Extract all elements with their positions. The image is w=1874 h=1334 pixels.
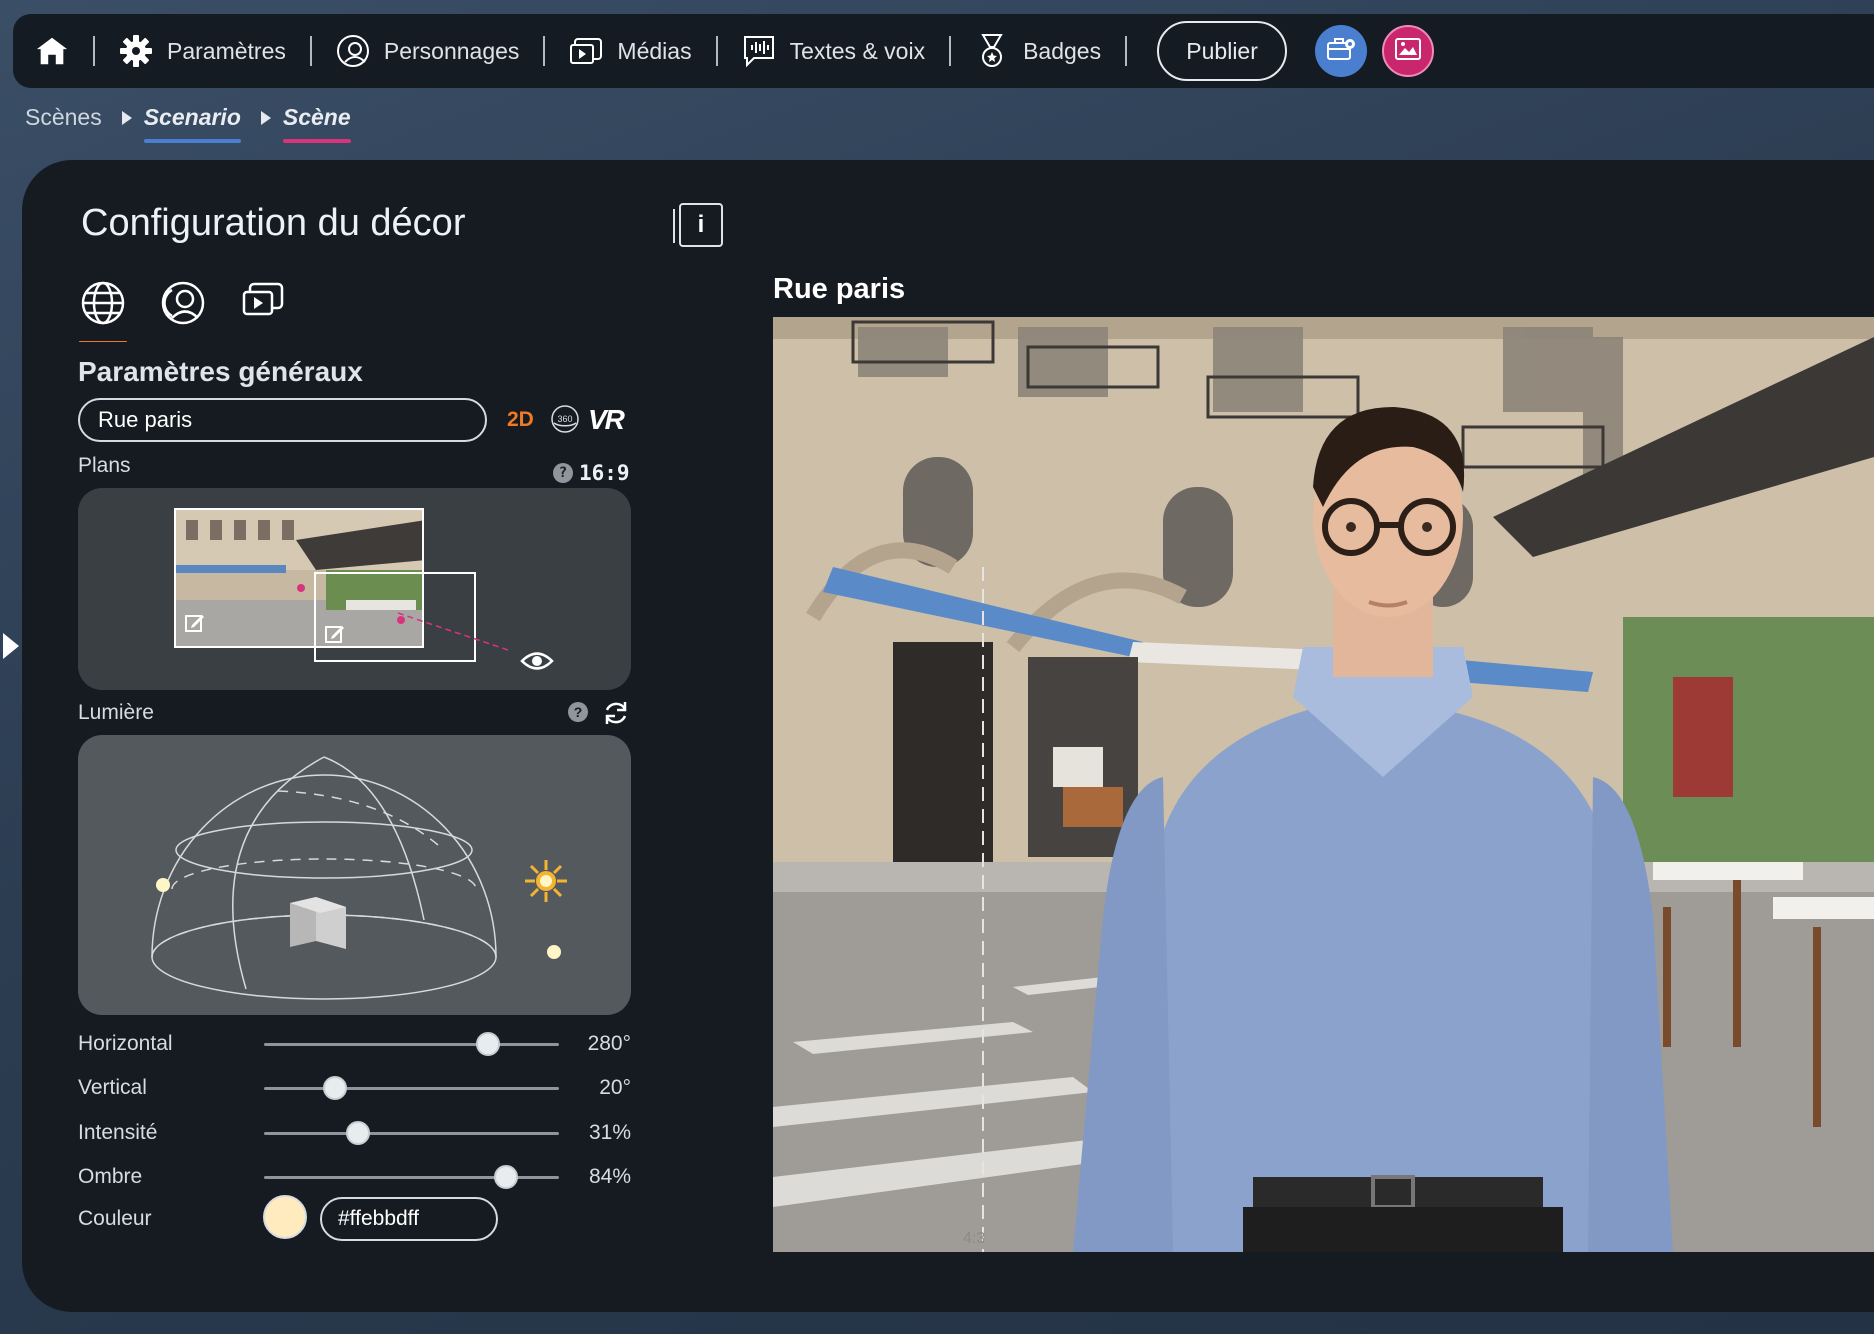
tab-decor[interactable] bbox=[78, 280, 128, 342]
breadcrumb-scene[interactable]: Scène bbox=[282, 104, 351, 143]
decor-name-input[interactable] bbox=[78, 398, 487, 442]
mode-2d-button[interactable]: 2D bbox=[507, 408, 534, 432]
slider-label: Vertical bbox=[78, 1076, 147, 1099]
scene-preview[interactable]: 4:3 bbox=[773, 317, 1874, 1252]
reset-icon[interactable] bbox=[602, 699, 630, 732]
preview-title: Rue paris bbox=[773, 273, 906, 305]
slider-track[interactable] bbox=[264, 1120, 559, 1145]
image-icon bbox=[1394, 37, 1422, 66]
breadcrumb-scenario[interactable]: Scenario bbox=[143, 104, 241, 143]
tab-characters[interactable] bbox=[158, 280, 208, 342]
color-hex-input[interactable] bbox=[320, 1197, 498, 1241]
info-button[interactable]: i bbox=[673, 203, 723, 247]
slider-track[interactable] bbox=[264, 1164, 559, 1189]
nav-item-medias[interactable]: Médias bbox=[569, 34, 692, 68]
tab-media[interactable] bbox=[238, 280, 288, 342]
mode-vr-button[interactable]: VR bbox=[588, 404, 625, 436]
config-tabs bbox=[78, 280, 288, 342]
mode-360-label: 360 bbox=[557, 414, 572, 424]
nav-item-parametres[interactable]: Paramètres bbox=[119, 34, 286, 68]
section-title: Paramètres généraux bbox=[78, 356, 363, 387]
page-title: Configuration du décor bbox=[81, 202, 466, 244]
slider-horizontal: Horizontal 280° bbox=[78, 1029, 631, 1059]
color-swatch[interactable] bbox=[263, 1195, 307, 1239]
background-image-button[interactable] bbox=[1382, 25, 1435, 77]
nav-label: Personnages bbox=[383, 37, 520, 64]
media-icon bbox=[569, 34, 603, 68]
slider-value: 20° bbox=[599, 1076, 631, 1099]
nav-item-textes-voix[interactable]: Textes & voix bbox=[742, 34, 926, 68]
publish-button[interactable]: Publier bbox=[1157, 21, 1288, 81]
media-icon bbox=[240, 280, 286, 325]
nav-separator bbox=[1125, 36, 1128, 66]
help-icon[interactable]: ? bbox=[553, 463, 573, 483]
gear-icon bbox=[119, 34, 153, 68]
info-icon: i bbox=[697, 211, 705, 238]
nav-label: Médias bbox=[617, 37, 692, 64]
nav-separator bbox=[543, 36, 546, 66]
tab-underline bbox=[79, 341, 127, 342]
color-label: Couleur bbox=[78, 1207, 152, 1230]
slider-value: 84% bbox=[588, 1165, 631, 1188]
tab-underline bbox=[159, 341, 207, 342]
scene-preview-image bbox=[773, 317, 1874, 1252]
home-button[interactable] bbox=[35, 34, 69, 68]
nav-label: Paramètres bbox=[167, 37, 286, 64]
ratio-value: 16:9 bbox=[579, 461, 630, 485]
home-icon bbox=[35, 34, 69, 68]
side-panel-toggle-icon[interactable] bbox=[3, 633, 19, 659]
slider-label: Ombre bbox=[78, 1165, 143, 1188]
breadcrumb-arrow-icon bbox=[121, 110, 132, 125]
slider-intensite: Intensité 31% bbox=[78, 1118, 631, 1148]
slider-thumb[interactable] bbox=[346, 1120, 371, 1145]
plans-label: Plans bbox=[78, 454, 131, 477]
slider-thumb[interactable] bbox=[322, 1075, 347, 1100]
ratio-indicator[interactable]: ? 16:9 bbox=[553, 461, 630, 485]
top-navigation-bar: Paramètres Personnages Médias Textes & v… bbox=[13, 14, 1874, 88]
mode-360-button[interactable]: 360 bbox=[550, 404, 580, 434]
slider-vertical: Vertical 20° bbox=[78, 1073, 631, 1103]
tab-underline bbox=[239, 335, 287, 339]
character-icon bbox=[336, 34, 370, 68]
breadcrumb-underline bbox=[143, 139, 241, 143]
slider-track[interactable] bbox=[264, 1031, 559, 1056]
breadcrumb-scenes[interactable]: Scènes bbox=[25, 104, 102, 141]
nav-separator bbox=[715, 36, 718, 66]
breadcrumb-underline bbox=[282, 139, 351, 143]
slider-thumb[interactable] bbox=[476, 1031, 501, 1056]
slider-track[interactable] bbox=[264, 1075, 559, 1100]
ratio-mark: 4:3 bbox=[963, 1230, 986, 1247]
nav-item-badges[interactable]: Badges bbox=[975, 34, 1101, 68]
breadcrumb-scene-label: Scène bbox=[282, 104, 351, 130]
light-dome-editor[interactable] bbox=[78, 735, 631, 1015]
nav-separator bbox=[949, 36, 952, 66]
breadcrumb: Scènes Scenario Scène bbox=[25, 104, 351, 143]
nav-label: Textes & voix bbox=[789, 37, 926, 64]
slider-value: 280° bbox=[587, 1032, 631, 1055]
character-icon bbox=[160, 280, 206, 331]
breadcrumb-arrow-icon bbox=[260, 110, 271, 125]
sun-icon[interactable] bbox=[525, 860, 567, 902]
breadcrumb-scenario-label: Scenario bbox=[143, 104, 241, 130]
help-icon[interactable]: ? bbox=[568, 702, 588, 722]
scene-settings-button[interactable] bbox=[1315, 25, 1368, 77]
light-label: Lumière bbox=[78, 701, 154, 724]
plans-panel bbox=[78, 488, 631, 690]
nav-label: Badges bbox=[1023, 37, 1102, 64]
scene-config-panel: Configuration du décor i Paramètres géné… bbox=[22, 160, 1874, 1312]
slider-thumb[interactable] bbox=[493, 1164, 518, 1189]
nav-separator bbox=[309, 36, 312, 66]
globe-icon bbox=[80, 280, 126, 331]
slider-label: Horizontal bbox=[78, 1032, 173, 1055]
eye-icon[interactable] bbox=[520, 650, 554, 677]
slider-ombre: Ombre 84% bbox=[78, 1162, 631, 1192]
light-dome bbox=[151, 756, 567, 1000]
briefcase-settings-icon bbox=[1326, 36, 1356, 67]
speech-icon bbox=[742, 34, 776, 68]
slider-value: 31% bbox=[588, 1121, 631, 1144]
medal-icon bbox=[975, 34, 1009, 68]
nav-item-personnages[interactable]: Personnages bbox=[336, 34, 520, 68]
nav-separator bbox=[93, 36, 95, 66]
slider-label: Intensité bbox=[78, 1121, 158, 1144]
